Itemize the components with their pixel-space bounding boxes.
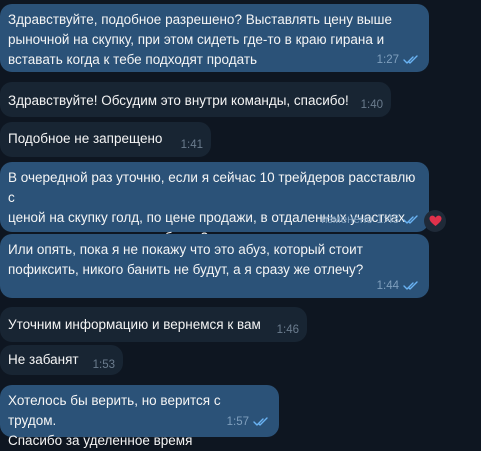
message-meta: 1:41	[181, 138, 203, 152]
message-meta: 1:57	[227, 415, 271, 429]
read-checkmarks-icon	[253, 417, 268, 426]
message-text: Здравствуйте! Обсудим это внутри команды…	[8, 93, 349, 108]
message-meta: 1:44	[377, 279, 421, 293]
message-incoming[interactable]: Подобное не запрещено 1:41	[0, 122, 211, 157]
message-time: 1:41	[180, 139, 203, 151]
read-checkmarks-icon	[403, 55, 418, 64]
chat-history: Здравствуйте, подобное разрешено? Выстав…	[0, 0, 481, 448]
message-time: 1:53	[92, 359, 115, 371]
message-meta: 1:27	[377, 53, 421, 67]
message-outgoing[interactable]: В очередной раз уточню, если я сейчас 10…	[0, 162, 429, 245]
message-outgoing[interactable]: Хотелось бы верить, но верится с трудом.…	[0, 385, 279, 448]
message-text: Здравствуйте, подобное разрешено? Выстав…	[8, 12, 392, 67]
read-checkmarks-icon	[403, 281, 418, 290]
message-time: 1:40	[360, 99, 383, 111]
message-meta: 1:46	[277, 323, 299, 337]
message-time: 1:44	[376, 280, 399, 292]
read-checkmarks-icon	[403, 215, 418, 224]
message-time: 1:27	[376, 54, 399, 66]
message-time: 1:57	[226, 416, 249, 428]
message-time: 1:46	[276, 324, 299, 336]
message-meta: 1:40	[361, 98, 383, 112]
message-text: Или опять, пока я не покажу что это абуз…	[8, 242, 364, 277]
message-incoming[interactable]: Не забанят 1:53	[0, 345, 123, 375]
message-meta: 1:53	[93, 358, 115, 372]
heart-icon	[429, 215, 441, 226]
message-incoming[interactable]: Уточним информацию и вернемся к вам 1:46	[0, 307, 307, 342]
message-time: 1:43	[376, 214, 399, 226]
message-text: Подобное не запрещено	[8, 131, 163, 146]
message-incoming[interactable]: Здравствуйте! Обсудим это внутри команды…	[0, 82, 391, 117]
message-text: Уточним информацию и вернемся к вам	[8, 317, 261, 332]
message-outgoing[interactable]: Или опять, пока я не покажу что это абуз…	[0, 234, 429, 298]
message-meta: изменено 1:43	[321, 213, 421, 227]
edited-label: изменено	[321, 214, 373, 226]
heart-reaction[interactable]	[424, 210, 446, 232]
message-outgoing[interactable]: Здравствуйте, подобное разрешено? Выстав…	[0, 4, 429, 72]
